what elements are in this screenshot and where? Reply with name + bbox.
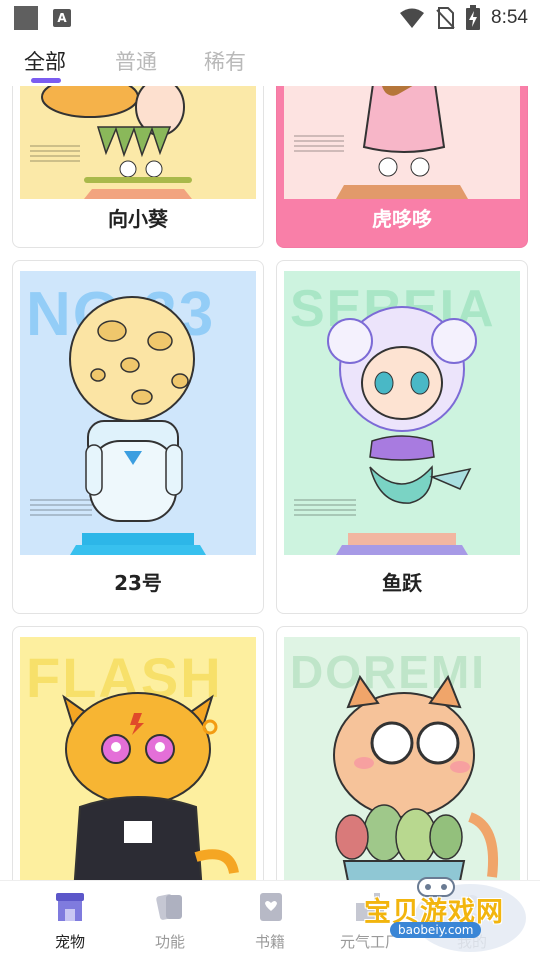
nav-label: 功能 (154, 933, 185, 951)
pet-art (284, 86, 520, 199)
no-sim-icon (436, 7, 455, 29)
nav-books[interactable]: 书籍 (216, 881, 324, 960)
pet-name: 虎哆哆 (372, 207, 432, 231)
pet-name: 23号 (114, 571, 162, 595)
pet-grid: 向小葵 虎哆哆 NO.23 (0, 86, 540, 882)
nav-label: 宠物 (54, 933, 85, 951)
pet-art: DOREMI (284, 637, 520, 882)
cat-flash-pet-illustration (62, 692, 239, 882)
tab-rare[interactable]: 稀有 (204, 46, 246, 76)
keyboard-notification-icon: A (53, 9, 71, 27)
tab-indicator (31, 78, 61, 83)
pet-art (20, 86, 256, 199)
nav-functions[interactable]: 功能 (116, 881, 224, 960)
tab-normal[interactable]: 普通 (115, 46, 157, 76)
category-tabs: 全部 普通 稀有 (0, 40, 540, 86)
nav-label: 书籍 (254, 933, 285, 951)
battery-charging-icon (466, 5, 481, 30)
pet-name: 向小葵 (108, 207, 168, 231)
pet-card-doremi[interactable]: DOREMI (276, 626, 528, 882)
shop-icon (56, 893, 84, 921)
cards-icon (156, 894, 182, 920)
sunflower-pet-illustration (41, 86, 192, 199)
pet-art: NO.23 (20, 271, 256, 555)
status-time: 8:54 (491, 7, 528, 28)
pet-card-yuyue[interactable]: SEREIA 鱼跃 (276, 260, 528, 614)
pet-card-sunflower[interactable]: 向小葵 (12, 86, 264, 248)
pet-card-hu-duoduo[interactable]: 虎哆哆 (276, 86, 528, 248)
tab-all[interactable]: 全部 (24, 46, 66, 76)
nav-pets[interactable]: 宠物 (16, 881, 124, 960)
pet-art: FLASH (20, 637, 256, 882)
pet-card-flash[interactable]: FLASH (12, 626, 264, 882)
watermark-url: baobeiy.com (390, 922, 482, 938)
app-notification-icon (14, 6, 38, 30)
cat-plant-pet-illustration (333, 674, 498, 882)
site-watermark: 宝贝游戏网 baobeiy.com (350, 870, 530, 960)
pet-name: 鱼跃 (382, 571, 422, 595)
pet-art: SEREIA (284, 271, 520, 555)
wifi-icon (400, 8, 425, 28)
book-icon (260, 893, 282, 921)
pet-card-23[interactable]: NO.23 23号 (12, 260, 264, 614)
status-bar: A 8:54 (0, 0, 540, 36)
